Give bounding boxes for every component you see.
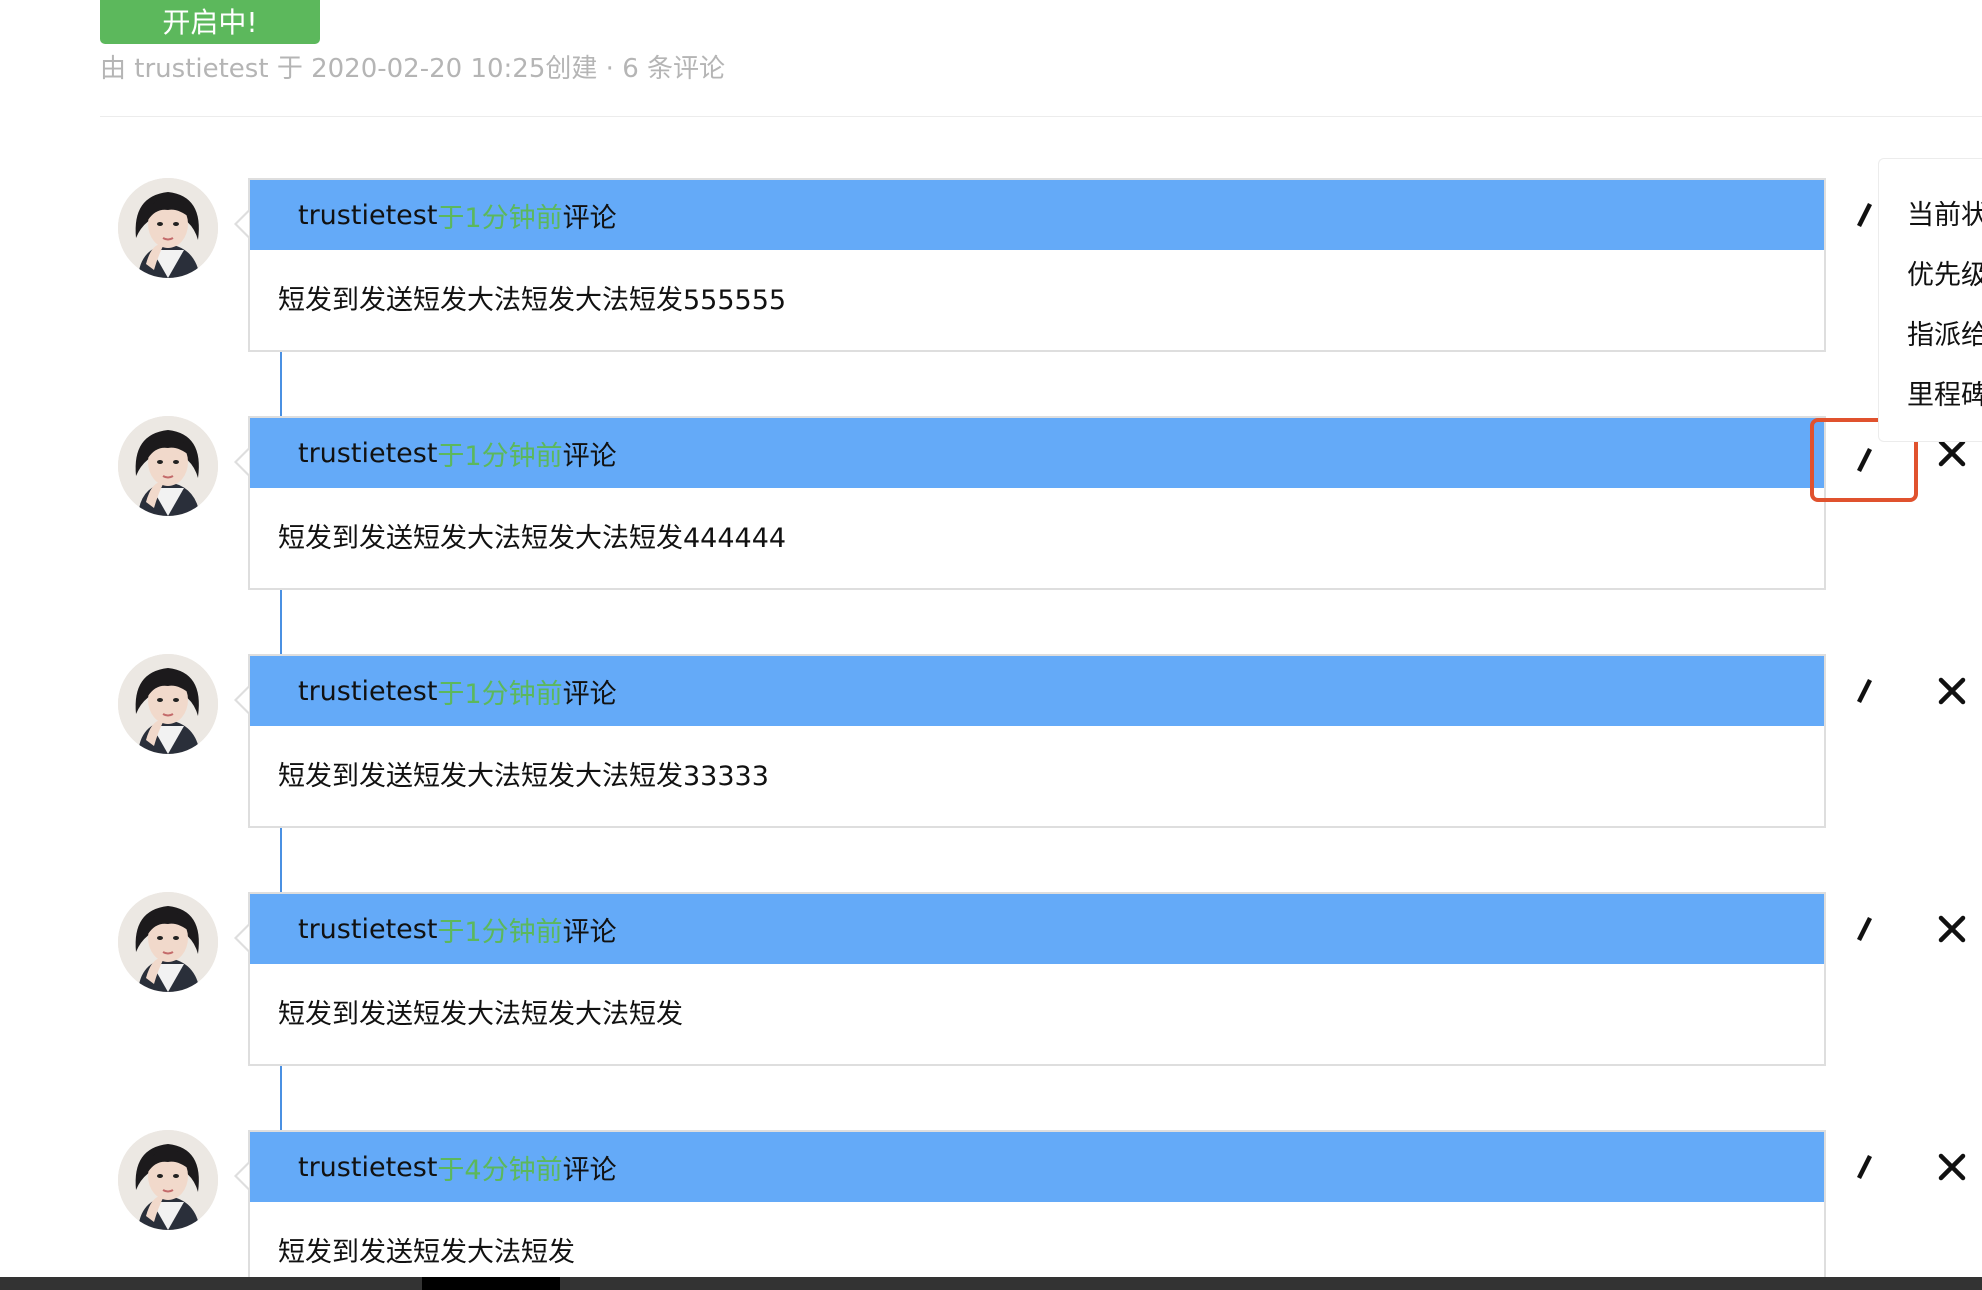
header-divider	[100, 116, 1982, 117]
comment-time: 于1分钟前	[437, 916, 563, 948]
pencil-icon	[1857, 1155, 1872, 1179]
avatar[interactable]	[118, 416, 218, 516]
comment-card: trustietest 于4分钟前 评论 短发到发送短发大法短发	[234, 1130, 1966, 1290]
comment-verb: 评论	[562, 678, 617, 710]
side-item-status[interactable]: 当前状	[1907, 193, 1982, 232]
avatar-image	[118, 1130, 218, 1230]
comment-author[interactable]: trustietest	[298, 438, 437, 469]
avatar[interactable]	[118, 892, 218, 992]
comment-author[interactable]: trustietest	[298, 676, 437, 707]
comment-author[interactable]: trustietest	[298, 1152, 437, 1183]
comment-author[interactable]: trustietest	[298, 200, 437, 231]
card-pointer	[234, 686, 249, 714]
comment-card: trustietest 于1分钟前 评论 短发到发送短发大法短发大法短发5555…	[234, 178, 1966, 352]
meta-separator: ·	[605, 54, 614, 84]
timeline-connector	[280, 1066, 282, 1130]
delete-button[interactable]	[1922, 894, 1982, 964]
comment-verb: 评论	[562, 202, 617, 234]
side-item-assignee[interactable]: 指派给	[1907, 313, 1982, 352]
pencil-icon	[1857, 917, 1872, 941]
edit-button[interactable]	[1810, 1132, 1918, 1202]
comment-verb: 评论	[562, 1154, 617, 1186]
comment-verb: 评论	[562, 916, 617, 948]
meta-comment-count: 6 条评论	[622, 54, 725, 84]
comment-author[interactable]: trustietest	[298, 914, 437, 945]
comment-body: 短发到发送短发大法短发大法短发	[278, 999, 683, 1030]
comment-time: 于1分钟前	[437, 440, 563, 472]
avatar[interactable]	[118, 178, 218, 278]
horizontal-scrollbar[interactable]	[0, 1277, 1982, 1290]
edit-button[interactable]	[1810, 894, 1918, 964]
meta-datetime: 2020-02-20 10:25创建	[311, 54, 598, 84]
comment-body: 短发到发送短发大法短发大法短发33333	[278, 761, 769, 792]
issue-page: 开启中! 由 trustietest 于 2020-02-20 10:25创建 …	[0, 0, 1982, 1290]
timeline-connector	[280, 828, 282, 892]
side-item-priority[interactable]: 优先级	[1907, 253, 1982, 292]
comment-time: 于1分钟前	[437, 678, 563, 710]
card-pointer	[234, 448, 249, 476]
card-pointer	[234, 210, 249, 238]
timeline-connector	[280, 590, 282, 654]
timeline-connector	[280, 352, 282, 416]
side-item-milestone[interactable]: 里程碑	[1907, 373, 1982, 412]
scrollbar-thumb[interactable]	[422, 1277, 560, 1290]
status-open-button[interactable]: 开启中!	[100, 0, 320, 44]
comment-header: trustietest 于1分钟前 评论	[250, 894, 1966, 964]
comment-header: trustietest 于1分钟前 评论	[250, 656, 1966, 726]
comment-body: 短发到发送短发大法短发	[278, 1237, 575, 1268]
avatar-image	[118, 178, 218, 278]
avatar-image	[118, 654, 218, 754]
comment-card: trustietest 于1分钟前 评论 短发到发送短发大法短发大法短发	[234, 892, 1966, 1066]
pencil-icon	[1857, 203, 1872, 227]
pencil-icon	[1857, 448, 1872, 472]
close-icon	[1938, 1153, 1966, 1181]
edit-button[interactable]	[1810, 656, 1918, 726]
comment-time: 于4分钟前	[437, 1154, 563, 1186]
delete-button[interactable]	[1922, 1132, 1982, 1202]
comment-body: 短发到发送短发大法短发大法短发444444	[278, 523, 787, 554]
avatar-image	[118, 416, 218, 516]
pencil-icon	[1857, 679, 1872, 703]
comment-time: 于1分钟前	[437, 202, 563, 234]
avatar[interactable]	[118, 1130, 218, 1230]
issue-attributes-panel: 当前状 优先级 指派给 里程碑	[1878, 158, 1982, 442]
avatar[interactable]	[118, 654, 218, 754]
delete-button[interactable]	[1922, 656, 1982, 726]
comment-header: trustietest 于4分钟前 评论	[250, 1132, 1966, 1202]
card-pointer	[234, 924, 249, 952]
close-icon	[1938, 439, 1966, 467]
avatar-image	[118, 892, 218, 992]
meta-prefix: 由	[100, 54, 127, 84]
comment-body: 短发到发送短发大法短发大法短发555555	[278, 285, 787, 316]
comment-header: trustietest 于1分钟前 评论	[250, 180, 1966, 250]
meta-conj: 于	[276, 54, 303, 84]
comment-card: trustietest 于1分钟前 评论 短发到发送短发大法短发大法短发4444…	[234, 416, 1966, 590]
meta-author[interactable]: trustietest	[134, 54, 268, 84]
card-pointer	[234, 1162, 249, 1190]
close-icon	[1938, 915, 1966, 943]
comment-header: trustietest 于1分钟前 评论	[250, 418, 1966, 502]
comment-verb: 评论	[562, 440, 617, 472]
issue-meta: 由 trustietest 于 2020-02-20 10:25创建 · 6 条…	[100, 48, 725, 85]
close-icon	[1938, 677, 1966, 705]
comment-card: trustietest 于1分钟前 评论 短发到发送短发大法短发大法短发3333…	[234, 654, 1966, 828]
